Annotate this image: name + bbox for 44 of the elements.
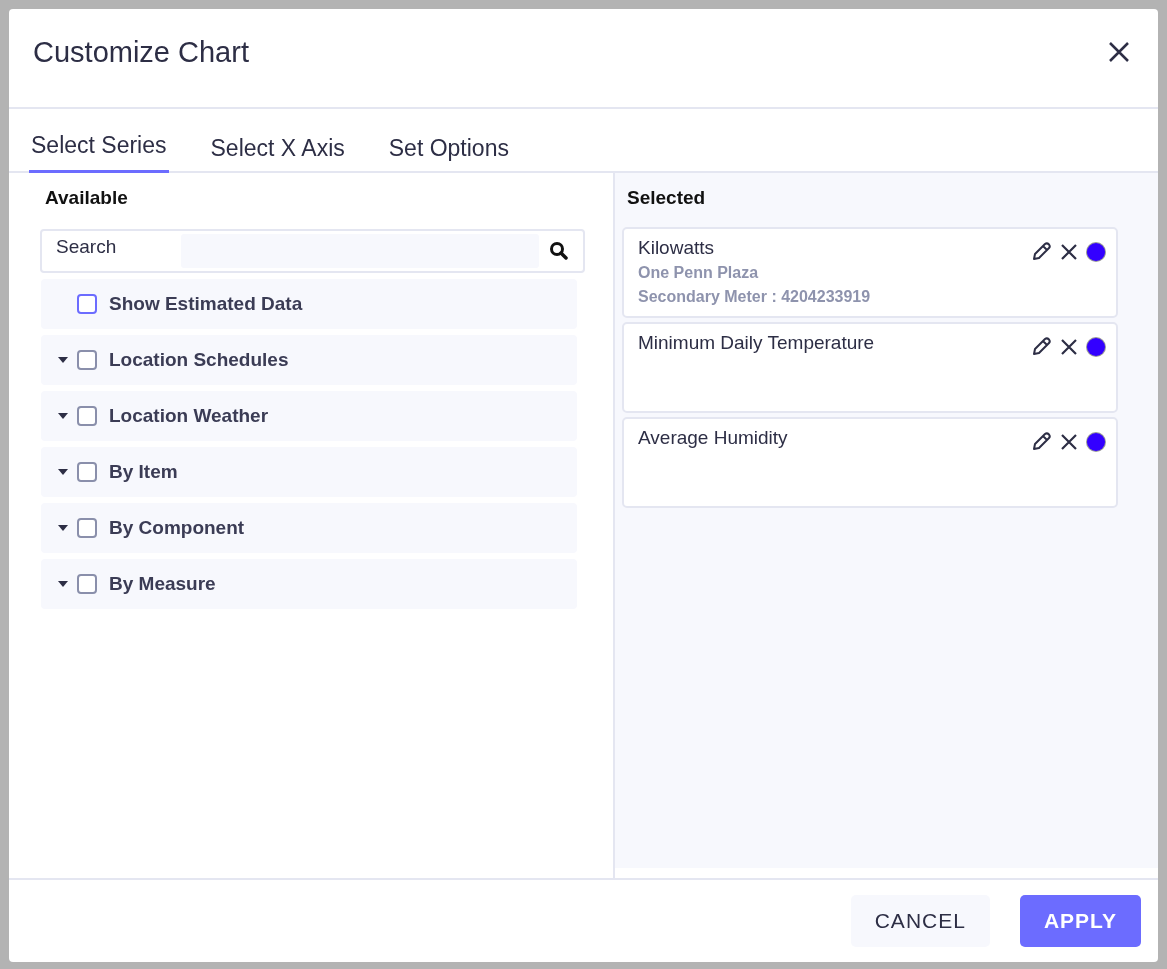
series-detail: One Penn Plaza [638,263,760,283]
option-label: By Item [109,461,178,483]
tab[interactable]: Set Options [386,135,511,173]
checkbox[interactable] [77,350,97,370]
search-label: Search [56,236,118,258]
panel-heading: Available [45,187,129,209]
search-icon [549,241,569,261]
caret-down-icon[interactable] [57,580,69,588]
option-label: By Measure [109,573,216,595]
checkbox[interactable] [77,518,97,538]
series-name: Average Humidity [638,426,788,450]
color-dot[interactable] [1087,338,1105,356]
option-label: Location Weather [109,405,269,427]
color-dot[interactable] [1087,243,1105,261]
apply-button[interactable]: APPLY [1019,895,1141,947]
dialog-title: Customize Chart [33,35,249,69]
pencil-icon[interactable] [1030,336,1052,358]
pencil-icon[interactable] [1030,241,1052,263]
caret-down-icon[interactable] [57,524,69,532]
cancel-button[interactable]: CANCEL [850,895,990,947]
caret-down-icon[interactable] [57,468,69,476]
caret-down-icon[interactable] [57,412,69,420]
series-name: Kilowatts [638,236,716,260]
close-icon[interactable] [1060,433,1078,451]
checkbox[interactable] [77,294,97,314]
search-field[interactable]: Search [40,229,585,273]
option-label: Location Schedules [109,349,289,371]
checkbox[interactable] [77,406,97,426]
caret-down-icon[interactable] [57,356,69,364]
tab[interactable]: Select Series [29,132,169,173]
option-label: Show Estimated Data [109,293,303,315]
series-detail: Secondary Meter : 4204233919 [638,287,871,307]
series-name: Minimum Daily Temperature [638,331,875,355]
close-button[interactable] [1108,41,1130,63]
panel-heading: Selected [627,187,707,209]
close-icon[interactable] [1060,338,1078,356]
option-label: By Component [109,517,245,539]
checkbox[interactable] [77,574,97,594]
checkbox[interactable] [77,462,97,482]
color-dot[interactable] [1087,433,1105,451]
tab[interactable]: Select X Axis [208,135,347,173]
close-icon [1108,41,1130,63]
close-icon[interactable] [1060,243,1078,261]
pencil-icon[interactable] [1030,431,1052,453]
